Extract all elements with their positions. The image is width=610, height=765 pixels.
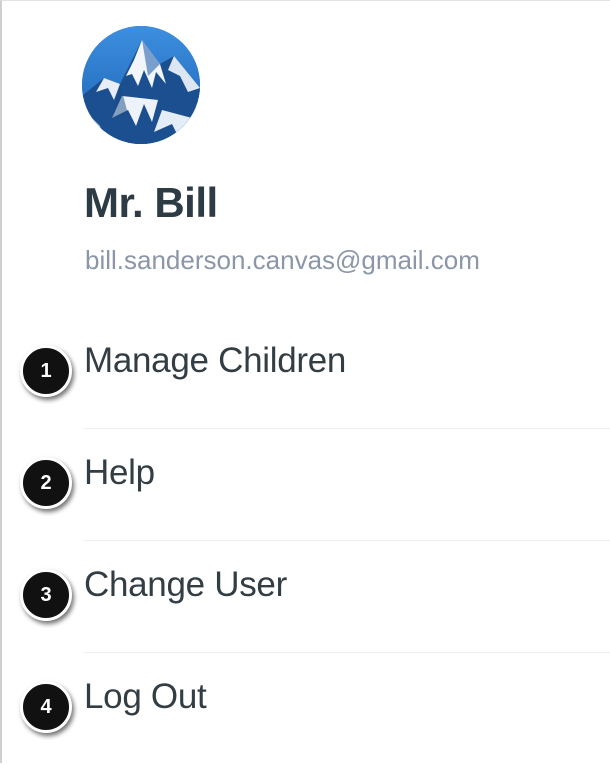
menu-item-log-out[interactable]: 4 Log Out bbox=[2, 653, 610, 765]
callout-badge: 3 bbox=[20, 569, 72, 621]
menu-item-label: Help bbox=[84, 453, 155, 492]
callout-badge: 4 bbox=[20, 681, 72, 733]
mountain-avatar-icon bbox=[82, 26, 200, 144]
user-name: Mr. Bill bbox=[84, 179, 218, 226]
profile-menu-panel: Mr. Bill bill.sanderson.canvas@gmail.com… bbox=[0, 0, 610, 763]
user-avatar[interactable] bbox=[82, 26, 200, 144]
callout-badge: 2 bbox=[20, 457, 72, 509]
callout-badge: 1 bbox=[20, 345, 72, 397]
menu-item-label: Change User bbox=[84, 565, 287, 604]
user-email: bill.sanderson.canvas@gmail.com bbox=[85, 245, 480, 275]
menu-item-help[interactable]: 2 Help bbox=[2, 429, 610, 541]
menu-item-manage-children[interactable]: 1 Manage Children bbox=[2, 317, 610, 429]
menu-item-label: Log Out bbox=[84, 677, 207, 716]
menu-item-change-user[interactable]: 3 Change User bbox=[2, 541, 610, 653]
menu-item-label: Manage Children bbox=[84, 341, 347, 380]
